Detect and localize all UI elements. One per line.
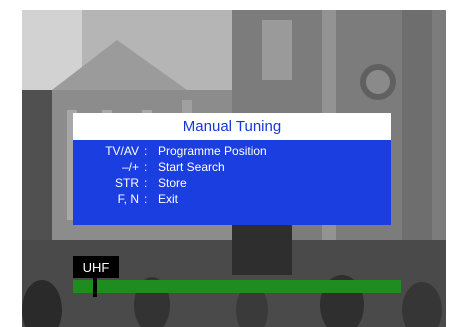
tuning-progress-fill xyxy=(73,280,401,293)
key-label: F, N xyxy=(117,192,139,206)
menu-row-exit[interactable]: F, N : Exit xyxy=(73,191,391,207)
menu-body: TV/AV : Programme Position –/+ : Start S… xyxy=(73,140,391,225)
function-label: Programme Position xyxy=(158,144,267,158)
menu-row-programme-position[interactable]: TV/AV : Programme Position xyxy=(73,143,391,159)
function-label: Store xyxy=(158,176,187,190)
separator: : xyxy=(144,176,148,190)
function-label: Exit xyxy=(158,192,179,206)
key-label: STR xyxy=(115,176,139,190)
key-label: TV/AV xyxy=(105,144,139,158)
menu-title: Manual Tuning xyxy=(73,113,391,140)
manual-tuning-menu: Manual Tuning TV/AV : Programme Position… xyxy=(73,113,391,225)
menu-row-start-search[interactable]: –/+ : Start Search xyxy=(73,159,391,175)
band-indicator: UHF xyxy=(73,256,119,278)
tuning-progress-bar xyxy=(73,276,401,297)
separator: : xyxy=(144,144,148,158)
tv-screen: Manual Tuning TV/AV : Programme Position… xyxy=(22,10,446,327)
key-label: –/+ xyxy=(121,160,139,174)
separator: : xyxy=(144,192,148,206)
separator: : xyxy=(144,160,148,174)
menu-row-store[interactable]: STR : Store xyxy=(73,175,391,191)
tuning-position-marker xyxy=(93,276,97,297)
function-label: Start Search xyxy=(158,160,225,174)
